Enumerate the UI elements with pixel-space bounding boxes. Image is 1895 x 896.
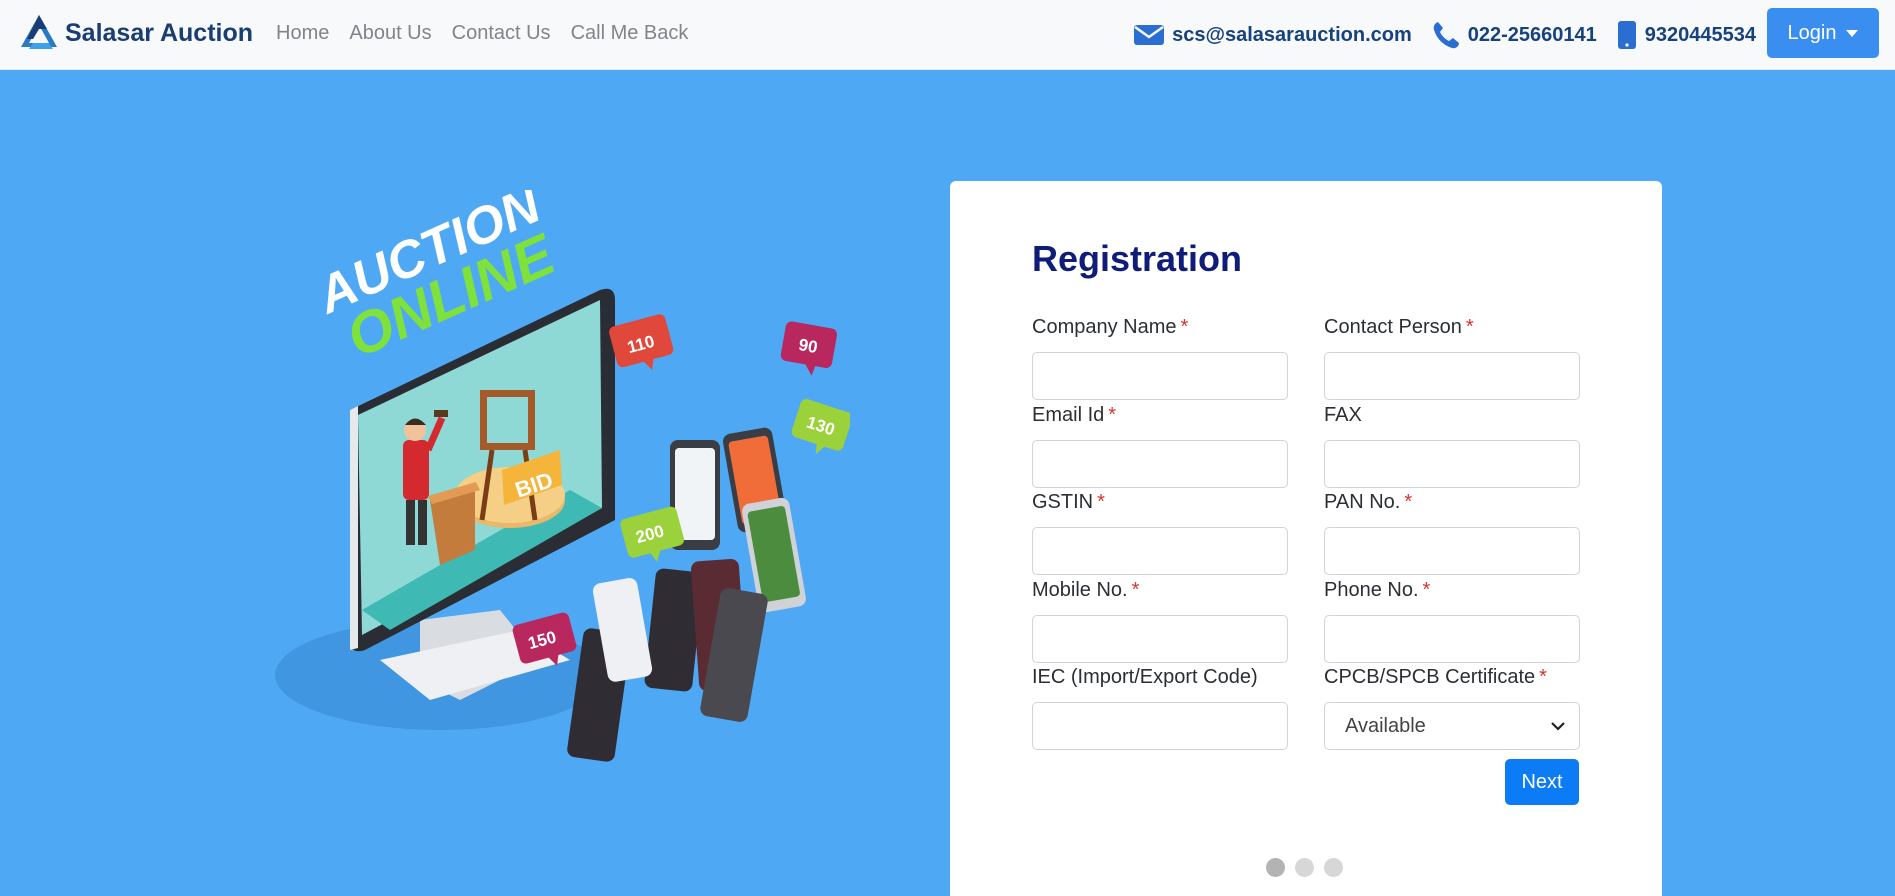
nav-link-home[interactable]: Home [276, 22, 329, 45]
contact-email-text: scs@salasarauction.com [1172, 23, 1412, 46]
mobile-no-input[interactable] [1032, 615, 1288, 663]
contact-phone[interactable]: 022-25660141 [1432, 20, 1597, 50]
email-id-field: Email Id * [1032, 401, 1288, 488]
required-mark: * [1097, 491, 1105, 513]
mobile-no-label: Mobile No. [1032, 579, 1128, 601]
nav-links: Home About Us Contact Us Call Me Back [276, 22, 708, 45]
email-id-input[interactable] [1032, 440, 1288, 488]
contact-person-field: Contact Person * [1324, 313, 1580, 400]
phone-no-input[interactable] [1324, 615, 1580, 663]
cpcb-select[interactable]: Available [1324, 702, 1580, 750]
email-id-label: Email Id [1032, 404, 1105, 426]
chevron-down-icon [1551, 722, 1565, 731]
step-dot-3[interactable] [1324, 858, 1343, 877]
nav-link-call-me-back[interactable]: Call Me Back [571, 22, 689, 45]
contact-person-label: Contact Person [1324, 316, 1462, 338]
auction-online-illustration: BID AUCTION ONLINE 110 90 130 200 150 [275, 190, 850, 762]
bubble-90: 90 [797, 335, 819, 357]
nav-link-contact-us[interactable]: Contact Us [452, 22, 551, 45]
gstin-field: GSTIN * [1032, 488, 1288, 575]
login-dropdown-button[interactable]: Login [1767, 8, 1879, 58]
iec-input[interactable] [1032, 702, 1288, 750]
phone-icon [1433, 22, 1459, 49]
contact-mobile-text: 9320445534 [1644, 23, 1756, 46]
iec-field: IEC (Import/Export Code) [1032, 663, 1288, 750]
nav-link-about-us[interactable]: About Us [349, 22, 431, 45]
required-mark: * [1131, 579, 1140, 601]
required-mark: * [1465, 316, 1474, 338]
required-mark: * [1180, 316, 1189, 338]
next-button[interactable]: Next [1505, 759, 1579, 805]
step-indicator [1266, 858, 1353, 877]
required-mark: * [1108, 404, 1117, 426]
contact-bar: scs@salasarauction.com 022-25660141 9320… [1114, 16, 1756, 54]
navbar: Salasar Auction Home About Us Contact Us… [0, 0, 1895, 70]
gstin-input[interactable] [1032, 527, 1288, 575]
step-dot-1[interactable] [1266, 858, 1285, 877]
gstin-label: GSTIN [1032, 491, 1094, 513]
cpcb-field: CPCB/SPCB Certificate * Available [1324, 663, 1580, 750]
caret-down-icon [1846, 29, 1859, 37]
pan-no-input[interactable] [1324, 527, 1580, 575]
registration-title: Registration [1032, 238, 1243, 279]
mobile-icon [1617, 21, 1636, 49]
contact-mobile[interactable]: 9320445534 [1617, 20, 1756, 50]
phone-no-field: Phone No. * [1324, 576, 1580, 663]
contact-phone-text: 022-25660141 [1467, 23, 1597, 46]
envelope-icon [1134, 25, 1165, 45]
contact-person-input[interactable] [1324, 352, 1580, 400]
required-mark: * [1422, 579, 1431, 601]
contact-email[interactable]: scs@salasarauction.com [1134, 23, 1412, 47]
pan-no-field: PAN No. * [1324, 488, 1580, 575]
company-name-label: Company Name [1032, 316, 1177, 338]
pan-no-label: PAN No. [1324, 491, 1401, 513]
login-label: Login [1787, 21, 1837, 44]
fax-input[interactable] [1324, 440, 1580, 488]
required-mark: * [1539, 666, 1547, 688]
mobile-no-field: Mobile No. * [1032, 576, 1288, 663]
iec-label: IEC (Import/Export Code) [1032, 666, 1258, 688]
phone-no-label: Phone No. [1324, 579, 1419, 601]
cpcb-selected-value: Available [1345, 714, 1426, 737]
cpcb-label: CPCB/SPCB Certificate [1324, 666, 1536, 688]
registration-card: Registration Company Name * Contact Perso… [950, 181, 1662, 896]
brand-name: Salasar Auction [65, 18, 254, 47]
brand-link[interactable]: Salasar Auction [19, 13, 253, 53]
company-name-field: Company Name * [1032, 313, 1288, 400]
salasar-logo-icon [21, 15, 57, 49]
fax-label: FAX [1324, 404, 1362, 426]
fax-field: FAX [1324, 401, 1580, 488]
required-mark: * [1404, 491, 1413, 513]
company-name-input[interactable] [1032, 352, 1288, 400]
step-dot-2[interactable] [1295, 858, 1314, 877]
